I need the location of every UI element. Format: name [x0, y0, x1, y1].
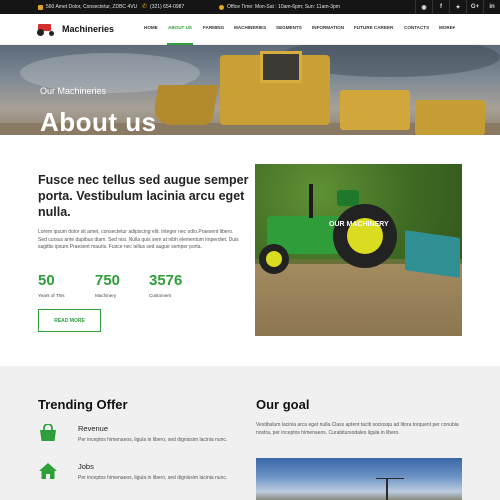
stat-customers-label: Customers: [149, 293, 172, 298]
feature-revenue-name: Revenue: [78, 424, 109, 433]
stat-machinery: 750 Machinery: [95, 272, 120, 298]
hero-banner: Our Machineries About us: [0, 45, 500, 135]
phone-text[interactable]: (321) 654-0987: [150, 4, 184, 10]
stat-years-value: 50: [38, 272, 55, 289]
rss-icon[interactable]: ◉: [415, 0, 432, 14]
read-more-button[interactable]: READ MORE: [38, 309, 101, 332]
stat-machinery-label: Machinery: [95, 293, 117, 298]
shopping-bag-icon: [40, 424, 56, 441]
about-heading: Fusce nec tellus sed augue semper porta.…: [38, 173, 249, 219]
address-text: 560 Amet Dolor, Consectetur, ZDBC 4VU: [46, 4, 138, 10]
stat-machinery-value: 750: [95, 272, 121, 289]
clock-icon: [219, 4, 224, 10]
feature-revenue-desc: Per inceptos himenaeos, ligula in libero…: [78, 437, 228, 443]
nav-item-machineries[interactable]: MACHINERIES: [234, 25, 266, 30]
nav-item-more[interactable]: MORE▾: [439, 25, 455, 31]
phone-info: ✆ (321) 654-0987: [142, 3, 184, 11]
image-caption: OUR MACHINERY: [329, 221, 389, 228]
goal-title: Our goal: [256, 397, 310, 412]
nav-item-contacts[interactable]: CONTACTS: [404, 25, 429, 30]
hero-title: About us: [40, 107, 157, 135]
brand-name: Machineries: [62, 24, 115, 34]
about-body-text: Lorem ipsum dolor sit amet, consectetur …: [38, 229, 239, 250]
home-icon: [39, 463, 57, 479]
stat-years: 50 Years of This: [38, 272, 65, 298]
top-bar: 560 Amet Dolor, Consectetur, ZDBC 4VU ✆ …: [0, 0, 500, 14]
nav-item-information[interactable]: INFORMATION: [312, 25, 344, 30]
nav-item-about-us[interactable]: ABOUT US: [168, 25, 192, 30]
address-info: 560 Amet Dolor, Consectetur, ZDBC 4VU: [38, 4, 137, 10]
social-links: ◉ f ✦ G+ in: [415, 0, 500, 14]
tractor-logo-icon: [36, 22, 56, 36]
nav-more-label: MORE: [439, 25, 453, 30]
feature-jobs-desc: Per inceptos himenaeos, ligula in libero…: [78, 475, 228, 481]
trending-title: Trending Offer: [38, 397, 128, 412]
nav-item-segments[interactable]: SEGMENTS: [276, 25, 302, 30]
tractor-image: OUR MACHINERY: [255, 164, 462, 336]
stat-years-label: Years of This: [38, 293, 65, 298]
hero-eyebrow: Our Machineries: [40, 86, 107, 96]
goal-image: [256, 458, 462, 500]
google-plus-icon[interactable]: G+: [466, 0, 483, 14]
nav-item-farming[interactable]: FARMING: [203, 25, 224, 30]
hours-info: Office Time: Mon-Sat : 10am-6pm; Sun: 11…: [219, 4, 340, 10]
stat-customers-value: 3576: [149, 272, 183, 289]
phone-icon: ✆: [142, 3, 148, 10]
linkedin-icon[interactable]: in: [483, 0, 500, 14]
nav-item-future-career[interactable]: FUTURE CAREER: [354, 25, 393, 30]
location-icon: [38, 4, 43, 10]
main-navbar: Machineries HOME ABOUT US FARMING MACHIN…: [0, 14, 500, 45]
goal-text: Vestibulum lacinia arcu eget nulla.Class…: [256, 422, 459, 436]
twitter-icon[interactable]: ✦: [449, 0, 466, 14]
stat-customers: 3576 Customers: [149, 272, 182, 298]
hours-text: Office Time: Mon-Sat : 10am-6pm; Sun: 11…: [227, 4, 340, 10]
nav-item-home[interactable]: HOME: [144, 25, 158, 30]
brand-logo[interactable]: Machineries: [36, 22, 114, 36]
feature-jobs-name: Jobs: [78, 462, 94, 471]
chevron-down-icon: ▾: [452, 25, 456, 30]
facebook-icon[interactable]: f: [432, 0, 449, 14]
